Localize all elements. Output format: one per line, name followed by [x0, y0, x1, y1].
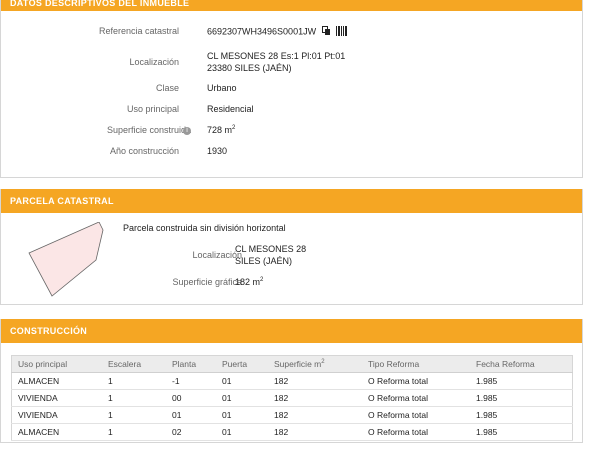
cell: 1	[102, 406, 166, 424]
clase-label: Clase	[155, 83, 179, 93]
cell: 1.985	[470, 389, 573, 407]
cell: 01	[216, 406, 268, 424]
cell: 02	[166, 423, 216, 441]
cell: 00	[166, 389, 216, 407]
parcela-panel: PARCELA CATASTRAL Parcela construida sin…	[0, 189, 583, 305]
barcode-icon[interactable]	[336, 26, 348, 38]
table-header-row: Uso principal Escalera Planta Puerta Sup…	[11, 355, 573, 373]
parcela-superficie-value: 182 m2	[235, 277, 263, 287]
parcela-superficie-exp: 2	[260, 277, 264, 283]
col-planta: Planta	[166, 355, 216, 373]
cell: 182	[268, 406, 362, 424]
col-fecha-reforma: Fecha Reforma	[470, 355, 573, 373]
localizacion-value-line1: CL MESONES 28 Es:1 Pl:01 Pt:01	[207, 51, 346, 61]
superficie-label: Superficie construida	[106, 125, 191, 135]
parcela-panel-header: PARCELA CATASTRAL	[1, 189, 582, 213]
referencia-value: 6692307WH3496S0001JW	[207, 26, 348, 38]
construccion-panel-header: CONSTRUCCIÓN	[1, 319, 582, 343]
col-superficie-exp: 2	[321, 359, 325, 366]
cell: ALMACEN	[11, 372, 102, 390]
cell: 182	[268, 372, 362, 390]
cell: 1.985	[470, 423, 573, 441]
construccion-table: Uso principal Escalera Planta Puerta Sup…	[11, 355, 573, 441]
cell: VIVIENDA	[11, 406, 102, 424]
cell: 01	[216, 372, 268, 390]
cell: O Reforma total	[362, 389, 470, 407]
cell: 1.985	[470, 372, 573, 390]
parcela-localizacion-line1: CL MESONES 28	[235, 244, 307, 254]
cell: 01	[216, 389, 268, 407]
cell: 1	[102, 372, 166, 390]
cell: O Reforma total	[362, 423, 470, 441]
parcela-title: Parcela construida sin división horizont…	[123, 223, 286, 233]
cell: ALMACEN	[11, 423, 102, 441]
uso-row: Uso principal Residencial	[1, 104, 582, 118]
parcela-localizacion-line2: SILES (JAÉN)	[235, 256, 293, 266]
cell: 01	[216, 423, 268, 441]
col-puerta: Puerta	[216, 355, 268, 373]
cell: O Reforma total	[362, 406, 470, 424]
superficie-text: 728 m	[207, 125, 233, 135]
info-icon[interactable]: i	[183, 127, 191, 135]
cell: 1.985	[470, 406, 573, 424]
cell: 182	[268, 389, 362, 407]
col-escalera: Escalera	[102, 355, 166, 373]
cell: VIVIENDA	[11, 389, 102, 407]
clase-value: Urbano	[207, 83, 237, 93]
clase-row: Clase Urbano	[1, 83, 582, 97]
uso-label: Uso principal	[126, 104, 179, 114]
cell: 01	[166, 406, 216, 424]
referencia-row: Referencia catastral 6692307WH3496S0001J…	[1, 26, 582, 40]
localizacion-label: Localización	[129, 57, 179, 67]
cell: 1	[102, 389, 166, 407]
table-row: ALMACEN 1 02 01 182 O Reforma total 1.98…	[11, 423, 573, 441]
col-superficie-text: Superficie m	[274, 359, 322, 369]
superficie-value: 728 m2	[207, 125, 235, 135]
parcela-superficie-label: Superficie gráfica	[172, 277, 242, 287]
anio-value: 1930	[207, 146, 228, 156]
cell: -1	[166, 372, 216, 390]
referencia-text: 6692307WH3496S0001JW	[207, 26, 317, 37]
col-uso: Uso principal	[11, 355, 102, 373]
col-superficie: Superficie m2	[268, 355, 362, 373]
uso-value: Residencial	[207, 104, 254, 114]
copy-icon[interactable]	[321, 26, 331, 38]
cell: 182	[268, 423, 362, 441]
col-tipo-reforma: Tipo Reforma	[362, 355, 470, 373]
anio-label: Año construcción	[109, 146, 179, 156]
localizacion-value-line2: 23380 SILES (JAÉN)	[207, 63, 292, 73]
cell: O Reforma total	[362, 372, 470, 390]
anio-row: Año construcción 1930	[1, 146, 582, 160]
table-row: ALMACEN 1 -1 01 182 O Reforma total 1.98…	[11, 372, 573, 390]
localizacion-row: Localización CL MESONES 28 Es:1 Pl:01 Pt…	[1, 51, 582, 73]
superficie-row: Superficie construida i 728 m2	[1, 125, 582, 139]
inmueble-panel: DATOS DESCRIPTIVOS DEL INMUEBLE Referenc…	[0, 0, 583, 178]
superficie-unit-exp: 2	[232, 125, 236, 131]
construccion-panel: CONSTRUCCIÓN Uso principal Escalera Plan…	[0, 319, 583, 443]
referencia-label: Referencia catastral	[98, 26, 179, 36]
table-row: VIVIENDA 1 01 01 182 O Reforma total 1.9…	[11, 406, 573, 424]
cell: 1	[102, 423, 166, 441]
parcel-shape	[28, 222, 104, 297]
parcela-superficie-text: 182 m	[235, 277, 261, 287]
table-row: VIVIENDA 1 00 01 182 O Reforma total 1.9…	[11, 389, 573, 407]
inmueble-panel-header: DATOS DESCRIPTIVOS DEL INMUEBLE	[1, 0, 582, 11]
